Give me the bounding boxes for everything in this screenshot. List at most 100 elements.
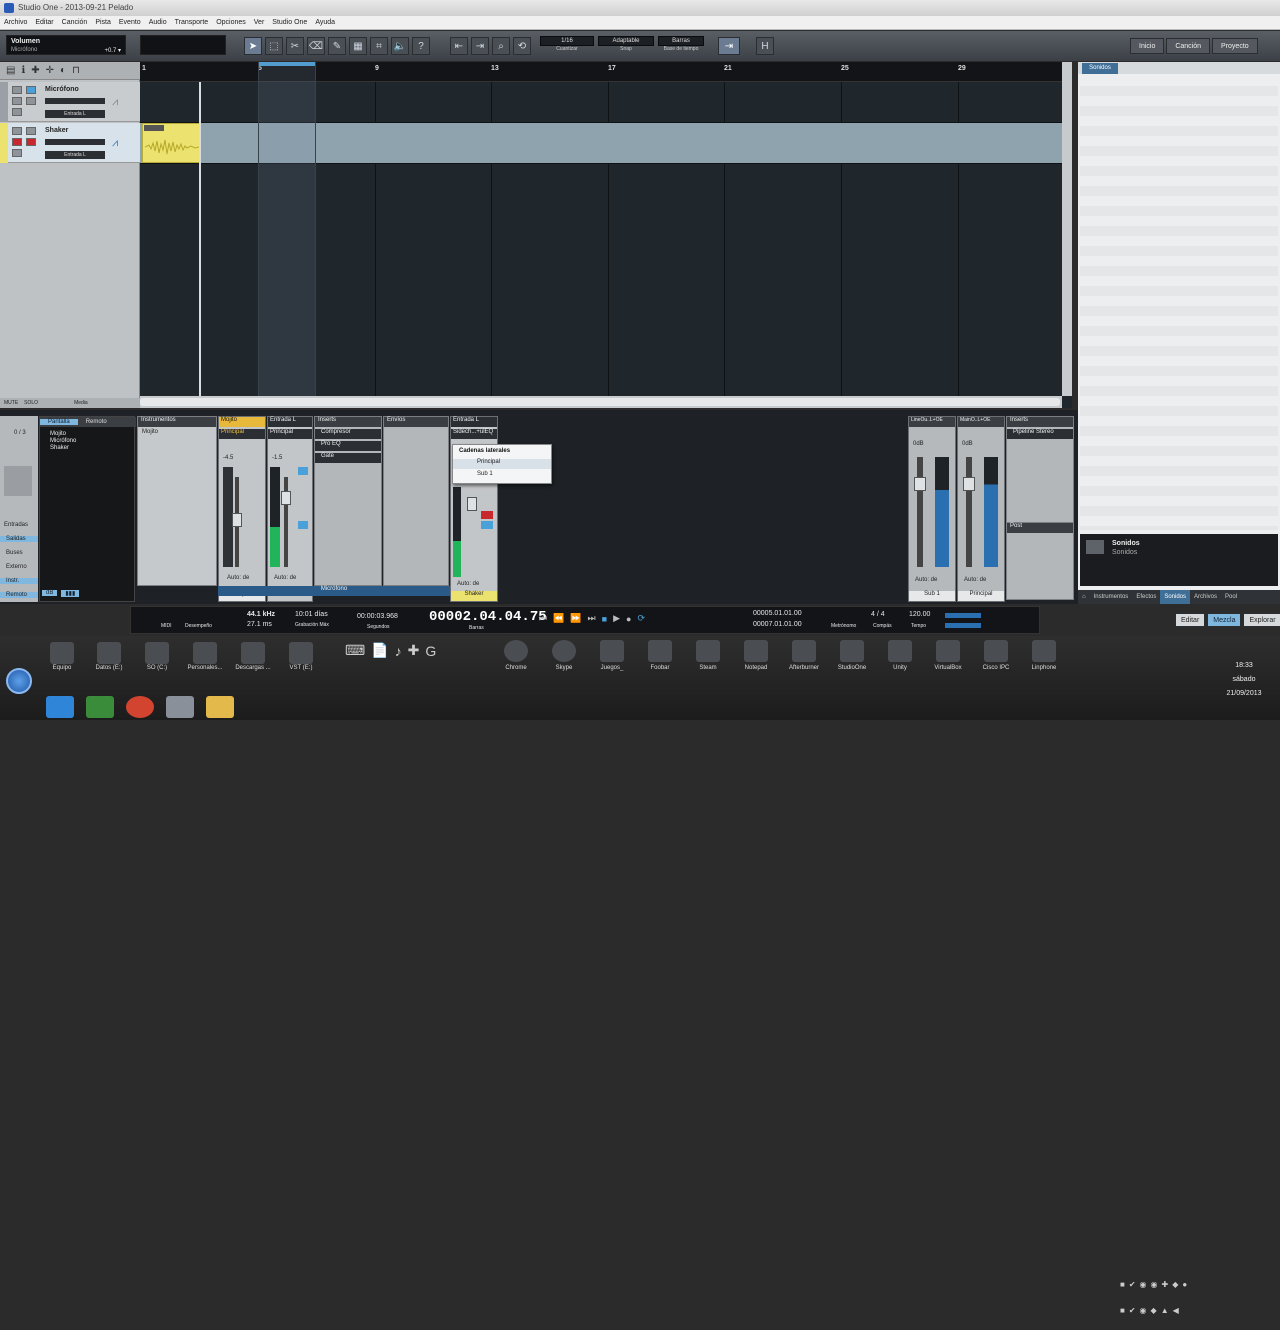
timebase-control[interactable]: Barras Base de tiempo bbox=[658, 36, 704, 52]
track-name-microfono[interactable]: Micrófono bbox=[45, 86, 79, 93]
shuffle-left-icon[interactable]: ⇤ bbox=[450, 37, 468, 55]
output-fader[interactable] bbox=[963, 477, 975, 491]
tab-sonidos[interactable]: Sonidos bbox=[1160, 590, 1191, 604]
tempo-value[interactable]: 120.00 bbox=[909, 611, 930, 618]
tab-remoto[interactable]: Remoto bbox=[78, 419, 115, 425]
tab-archivos[interactable]: Archivos bbox=[1190, 590, 1221, 604]
paint-tool-icon[interactable]: ✎ bbox=[328, 37, 346, 55]
drive-icon[interactable] bbox=[241, 642, 265, 664]
tab-pantalla[interactable]: Pantalla bbox=[40, 419, 78, 425]
volume-icon[interactable]: ◀ bbox=[1173, 1306, 1179, 1315]
tray-icon[interactable]: ◉ bbox=[1140, 1306, 1147, 1315]
volume-fader[interactable] bbox=[232, 513, 242, 527]
menu-ayuda[interactable]: Ayuda bbox=[311, 16, 339, 30]
afterburner-icon[interactable] bbox=[792, 640, 816, 662]
instrument-item-mojito[interactable]: Mojito bbox=[142, 429, 158, 435]
listen-tool-icon[interactable]: 🔈 bbox=[391, 37, 409, 55]
play-icon[interactable]: ▶ bbox=[613, 613, 620, 624]
chrome-taskbar-icon[interactable] bbox=[126, 696, 154, 718]
loop-icon[interactable]: ⟳ bbox=[637, 613, 645, 624]
eraser-tool-icon[interactable]: ⌫ bbox=[307, 37, 325, 55]
console-nav-instr[interactable]: Instr. bbox=[0, 578, 38, 584]
marker-icon[interactable]: H bbox=[756, 37, 774, 55]
solo-button[interactable] bbox=[26, 86, 36, 94]
insert-gate[interactable]: Gate bbox=[315, 453, 381, 463]
menu-pista[interactable]: Pista bbox=[91, 16, 115, 30]
start-button[interactable] bbox=[6, 668, 32, 694]
channel-route[interactable]: Principal bbox=[268, 429, 312, 439]
notepad-icon[interactable] bbox=[744, 640, 768, 662]
browser-list[interactable] bbox=[1080, 76, 1278, 530]
unity-icon[interactable] bbox=[888, 640, 912, 662]
home-icon[interactable]: ⌂ bbox=[1078, 590, 1090, 604]
track-volume-slider[interactable] bbox=[45, 98, 105, 104]
folder-icon[interactable]: ⊓ bbox=[72, 65, 80, 76]
record-button[interactable] bbox=[12, 138, 22, 146]
menu-studio-one[interactable]: Studio One bbox=[268, 16, 311, 30]
insert-pipeline-stereo[interactable]: Pipeline Stereo bbox=[1007, 429, 1073, 439]
record-button[interactable] bbox=[12, 97, 22, 105]
zoom-icon[interactable]: ⌕ bbox=[492, 37, 510, 55]
add-track-icon[interactable]: ✚ bbox=[31, 65, 39, 76]
menu-transporte[interactable]: Transporte bbox=[171, 16, 213, 30]
tray-icon[interactable]: ● bbox=[1182, 1280, 1187, 1289]
console-nav-externo[interactable]: Externo bbox=[6, 564, 27, 570]
channel-route[interactable]: Principal bbox=[219, 429, 265, 439]
track-input-shaker[interactable]: Entrada L bbox=[45, 151, 105, 159]
drive-icon[interactable] bbox=[97, 642, 121, 664]
autoscroll-icon[interactable]: ⟲ bbox=[513, 37, 531, 55]
tray-icon[interactable]: ■ bbox=[1120, 1280, 1125, 1289]
rewind-icon[interactable]: ⏪ bbox=[553, 613, 564, 624]
nav-proyecto[interactable]: Proyecto bbox=[1212, 38, 1258, 54]
expand-icon[interactable]: ✛ bbox=[46, 65, 54, 76]
time-signature[interactable]: 4 / 4 bbox=[871, 611, 885, 618]
tray-icon[interactable]: ✔ bbox=[1129, 1306, 1136, 1315]
record-button[interactable] bbox=[481, 511, 493, 519]
position-display[interactable]: 00002.04.04.75 bbox=[429, 609, 547, 625]
tab-efectos[interactable]: Efectos bbox=[1132, 590, 1160, 604]
playback-cursor[interactable] bbox=[199, 82, 201, 396]
snap-control[interactable]: Adaptable Snap bbox=[598, 36, 654, 52]
automation-icon[interactable]: ◐ bbox=[60, 65, 66, 76]
music-icon[interactable]: ♪ bbox=[395, 643, 402, 659]
tree-item-microfono[interactable]: Micrófono bbox=[50, 438, 76, 444]
drive-icon[interactable] bbox=[145, 642, 169, 664]
input-monitor-button[interactable] bbox=[26, 138, 36, 146]
menu-editar[interactable]: Editar bbox=[31, 16, 57, 30]
cisco-icon[interactable] bbox=[984, 640, 1008, 662]
linphone-icon[interactable] bbox=[1032, 640, 1056, 662]
seconds-display[interactable]: 00:00:03.968 bbox=[357, 613, 398, 620]
drive-icon[interactable] bbox=[289, 642, 313, 664]
mute-button[interactable] bbox=[12, 127, 22, 135]
nav-inicio[interactable]: Inicio bbox=[1130, 38, 1165, 54]
go-to-end-icon[interactable]: ⏭ bbox=[588, 613, 596, 624]
track-header-microfono[interactable]: Micrófono Entrada L ⩘ bbox=[0, 82, 140, 122]
virtualbox-icon[interactable] bbox=[936, 640, 960, 662]
channel-auto[interactable]: Auto: de bbox=[457, 581, 479, 587]
arrow-tool-icon[interactable]: ➤ bbox=[244, 37, 262, 55]
view-explorar[interactable]: Explorar bbox=[1243, 613, 1280, 627]
track-header-shaker[interactable]: Shaker Entrada L ⩘ bbox=[0, 123, 140, 163]
inspector-icon[interactable]: ℹ bbox=[21, 65, 25, 76]
help-icon[interactable]: ? bbox=[412, 37, 430, 55]
monitor-button[interactable] bbox=[12, 108, 22, 116]
popup-item-sub1[interactable]: Sub 1 bbox=[453, 471, 551, 481]
output-auto[interactable]: Auto: de bbox=[964, 577, 986, 583]
tray-icon[interactable]: ✚ bbox=[1162, 1280, 1169, 1289]
split-tool-icon[interactable]: ✂ bbox=[286, 37, 304, 55]
google-icon[interactable]: G bbox=[425, 643, 436, 659]
info-display[interactable] bbox=[140, 35, 226, 55]
keyboard-icon[interactable]: ⌨ bbox=[345, 642, 365, 659]
view-editar[interactable]: Editar bbox=[1175, 613, 1206, 627]
foobar-icon[interactable] bbox=[648, 640, 672, 662]
skype-taskbar-icon[interactable] bbox=[46, 696, 74, 718]
tray-icon[interactable]: ✔ bbox=[1129, 1280, 1136, 1289]
view-mezcla[interactable]: Mezcla bbox=[1207, 613, 1242, 627]
horizontal-scroll-thumb[interactable] bbox=[140, 398, 1060, 406]
volume-display[interactable]: Volumen Micrófono +0.7 ▾ bbox=[6, 35, 126, 55]
menu-opciones[interactable]: Opciones bbox=[212, 16, 250, 30]
monitor-button[interactable] bbox=[298, 521, 308, 529]
console-controls[interactable] bbox=[4, 466, 32, 496]
mute-all-button[interactable]: MUTE bbox=[4, 400, 18, 406]
console-nav-salidas[interactable]: Salidas bbox=[0, 536, 38, 542]
